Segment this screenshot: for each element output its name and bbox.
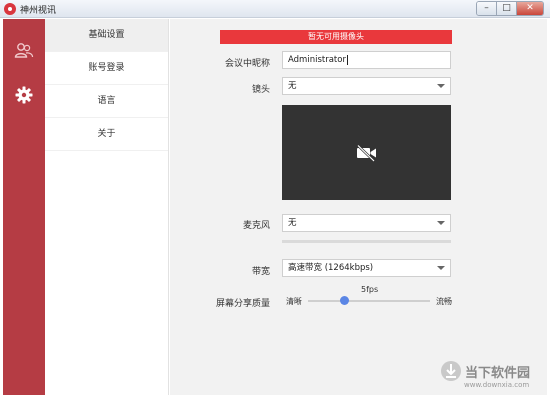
rail-contacts-button[interactable] xyxy=(3,35,45,67)
rail-settings-button[interactable] xyxy=(3,79,45,111)
camera-value: 无 xyxy=(288,81,297,91)
close-button[interactable]: ✕ xyxy=(517,2,543,15)
download-logo-icon xyxy=(441,361,461,381)
chevron-down-icon xyxy=(437,84,445,88)
maximize-button[interactable]: □ xyxy=(497,2,517,15)
chevron-down-icon xyxy=(437,266,445,270)
microphone-value: 无 xyxy=(288,218,297,228)
share-quality-smooth-label: 流畅 xyxy=(436,297,452,306)
camera-preview xyxy=(282,105,451,200)
watermark-url: www.downxia.com xyxy=(464,381,530,389)
bandwidth-label: 带宽 xyxy=(251,267,270,277)
gear-icon xyxy=(15,86,33,104)
camera-select[interactable]: 无 xyxy=(282,77,451,95)
chevron-down-icon xyxy=(437,221,445,225)
microphone-level-bar xyxy=(282,240,451,243)
share-quality-slider-track[interactable] xyxy=(308,300,430,302)
microphone-select[interactable]: 无 xyxy=(282,214,451,232)
camera-off-icon xyxy=(356,144,376,162)
watermark-text: 当下软件园 xyxy=(465,365,531,381)
screen-share-quality-label: 屏幕分享质量 xyxy=(215,299,270,309)
nickname-label: 会议中昵称 xyxy=(224,59,270,69)
camera-label: 镜头 xyxy=(251,85,270,95)
left-rail xyxy=(3,19,45,395)
watermark: 当下软件园 xyxy=(440,360,530,382)
share-quality-clear-label: 清晰 xyxy=(286,297,302,306)
nickname-value: Administrator xyxy=(288,55,346,65)
minimize-button[interactable]: – xyxy=(477,2,497,15)
share-fps-value: 5fps xyxy=(361,285,379,294)
nickname-input[interactable]: Administrator xyxy=(282,51,451,69)
contacts-icon xyxy=(14,43,34,58)
menu-item-language[interactable]: 语言 xyxy=(45,85,168,118)
app-logo-icon xyxy=(4,3,16,15)
title-bar: 神州视讯 – □ ✕ xyxy=(0,0,550,18)
bandwidth-value: 高速带宽 (1264kbps) xyxy=(288,263,374,273)
menu-item-account-login[interactable]: 账号登录 xyxy=(45,52,168,85)
menu-item-about[interactable]: 关于 xyxy=(45,118,168,151)
share-quality-slider-thumb[interactable] xyxy=(340,296,350,305)
bandwidth-select[interactable]: 高速带宽 (1264kbps) xyxy=(282,259,451,277)
window-title: 神州视讯 xyxy=(20,6,57,16)
microphone-label: 麦克风 xyxy=(242,221,270,231)
settings-menu: 基础设置 账号登录 语言 关于 xyxy=(45,19,169,395)
settings-panel: 暂无可用摄像头 会议中昵称 Administrator 镜头 无 麦克风 无 带… xyxy=(170,19,547,395)
menu-item-basic-settings[interactable]: 基础设置 xyxy=(45,19,168,52)
window-controls: – □ ✕ xyxy=(476,1,544,16)
no-camera-banner: 暂无可用摄像头 xyxy=(220,30,452,44)
